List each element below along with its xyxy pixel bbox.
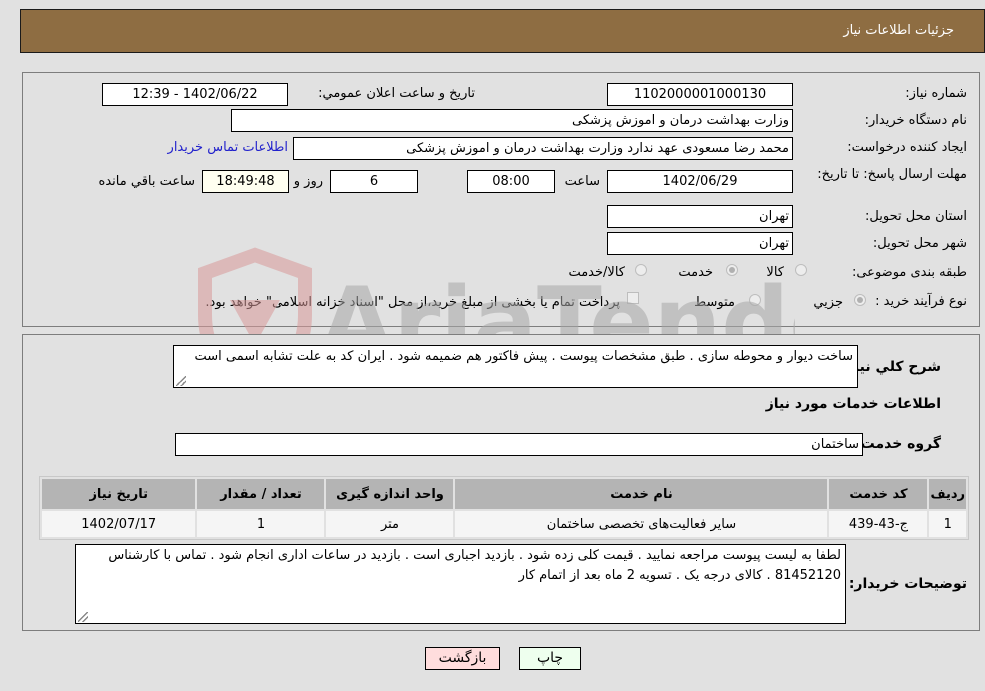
process-radio-minor[interactable] bbox=[854, 294, 866, 306]
need-number-label: شماره نیاز: bbox=[905, 86, 967, 101]
remaining-days-field: 6 bbox=[330, 170, 418, 193]
page-title: جزئیات اطلاعات نیاز bbox=[843, 23, 954, 38]
announce-datetime-label: تاریخ و ساعت اعلان عمومي: bbox=[318, 86, 475, 101]
category-label: طبقه بندی موضوعی: bbox=[851, 265, 967, 280]
services-table: ردیف کد خدمت نام خدمت واحد اندازه گیری ت… bbox=[39, 476, 969, 540]
deadline-time-label: ساعت bbox=[564, 174, 600, 189]
table-row: 1 ج-43-439 سایر فعالیت‌های تخصصی ساختمان… bbox=[42, 511, 966, 537]
city-label: شهر محل تحویل: bbox=[872, 236, 967, 251]
category-option-goods-service: کالا/خدمت bbox=[568, 265, 625, 280]
col-service-name: نام خدمت bbox=[455, 479, 828, 509]
process-option-medium: متوسط bbox=[694, 295, 735, 310]
buyer-org-label: نام دستگاه خریدار: bbox=[864, 113, 967, 128]
need-number-field: 1102000001000130 bbox=[607, 83, 793, 106]
col-service-code: کد خدمت bbox=[829, 479, 928, 509]
buyer-notes-textarea[interactable]: لطفا به لیست پیوست مراجعه نمایید . قیمت … bbox=[75, 544, 846, 624]
buyer-org-field: وزارت بهداشت درمان و اموزش پزشکی bbox=[231, 109, 793, 132]
remaining-time-field: 18:49:48 bbox=[202, 170, 289, 193]
col-unit: واحد اندازه گیری bbox=[326, 479, 454, 509]
category-option-service: خدمت bbox=[678, 265, 713, 280]
col-row-number: ردیف bbox=[929, 479, 966, 509]
deadline-label: مهلت ارسال پاسخ: تا تاریخ: bbox=[817, 167, 967, 182]
city-field: تهران bbox=[607, 232, 793, 255]
province-field: تهران bbox=[607, 205, 793, 228]
remaining-time-label: ساعت باقي مانده bbox=[98, 174, 195, 189]
deadline-date-field: 1402/06/29 bbox=[607, 170, 793, 193]
col-need-date: تاریخ نیاز bbox=[42, 479, 196, 509]
category-radio-goods-service[interactable] bbox=[635, 264, 647, 276]
treasury-checkbox-label: پرداخت تمام یا بخشی از مبلغ خرید،از محل … bbox=[205, 295, 620, 310]
col-quantity: تعداد / مقدار bbox=[197, 479, 325, 509]
print-button[interactable]: چاپ bbox=[519, 647, 581, 670]
province-label: استان محل تحویل: bbox=[865, 209, 967, 224]
service-group-label: گروه خدمت: bbox=[855, 436, 941, 452]
description-textarea[interactable]: ساخت دیوار و محوطه سازی . طبق مشخصات پیو… bbox=[173, 345, 858, 388]
description-text: ساخت دیوار و محوطه سازی . طبق مشخصات پیو… bbox=[194, 349, 853, 364]
days-label: روز و bbox=[293, 174, 323, 189]
category-option-goods: کالا bbox=[766, 265, 784, 280]
creator-label: ایجاد کننده درخواست: bbox=[847, 140, 967, 155]
announce-datetime-field: 1402/06/22 - 12:39 bbox=[102, 83, 288, 106]
buyer-notes-label: توضیحات خریدار: bbox=[848, 576, 967, 592]
cell-row-number: 1 bbox=[929, 511, 966, 537]
treasury-checkbox[interactable] bbox=[627, 292, 639, 304]
resize-handle-icon[interactable] bbox=[176, 376, 186, 386]
cell-need-date: 1402/07/17 bbox=[42, 511, 196, 537]
service-group-field: ساختمان bbox=[175, 433, 863, 456]
cell-service-code: ج-43-439 bbox=[829, 511, 928, 537]
cell-quantity: 1 bbox=[197, 511, 325, 537]
deadline-time-field: 08:00 bbox=[467, 170, 555, 193]
page-header: جزئیات اطلاعات نیاز bbox=[20, 9, 985, 53]
creator-field: محمد رضا مسعودی عهد ندارد وزارت بهداشت د… bbox=[293, 137, 793, 160]
process-type-label: نوع فرآیند خرید : bbox=[875, 294, 967, 309]
services-section-title: اطلاعات خدمات مورد نیاز bbox=[765, 396, 941, 412]
back-button[interactable]: بازگشت bbox=[425, 647, 500, 670]
process-radio-medium[interactable] bbox=[749, 294, 761, 306]
cell-unit: متر bbox=[326, 511, 454, 537]
category-radio-service[interactable] bbox=[726, 264, 738, 276]
category-radio-goods[interactable] bbox=[795, 264, 807, 276]
process-option-minor: جزيي bbox=[813, 295, 843, 310]
buyer-contact-link[interactable]: اطلاعات تماس خریدار bbox=[168, 140, 288, 155]
cell-service-name: سایر فعالیت‌های تخصصی ساختمان bbox=[455, 511, 828, 537]
resize-handle-icon[interactable] bbox=[78, 612, 88, 622]
services-table-header: ردیف کد خدمت نام خدمت واحد اندازه گیری ت… bbox=[42, 479, 966, 509]
buyer-notes-text: لطفا به لیست پیوست مراجعه نمایید . قیمت … bbox=[108, 548, 841, 583]
